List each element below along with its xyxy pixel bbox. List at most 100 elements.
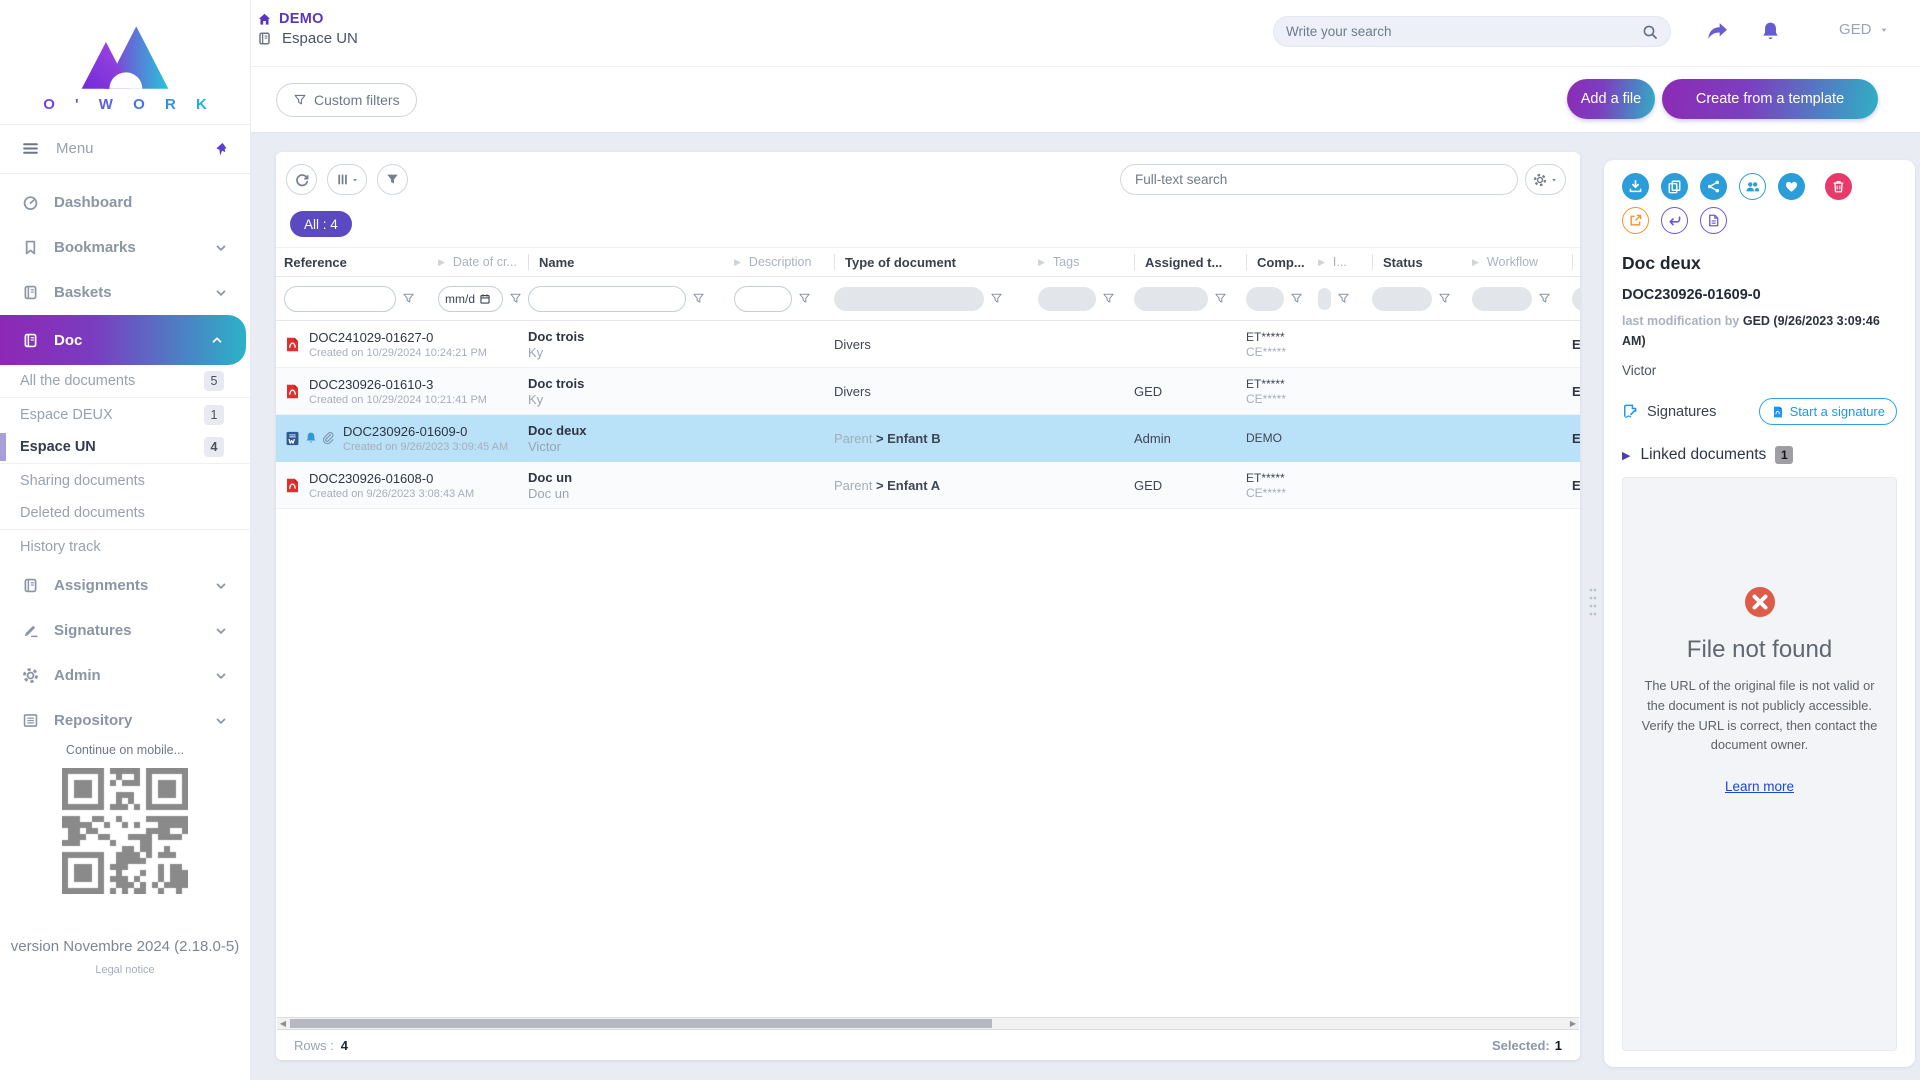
sidebar-item-espace-deux[interactable]: Espace DEUX 1 [0, 398, 250, 431]
delete-button[interactable] [1825, 173, 1852, 200]
table-row[interactable]: DOC230926-01610-3 Created on 10/29/2024 … [276, 368, 1580, 415]
funnel-icon[interactable] [1214, 292, 1227, 305]
funnel-icon[interactable] [1290, 292, 1303, 305]
table-footer: Rows :4 Selected:1 [276, 1030, 1580, 1060]
breadcrumb-home[interactable]: DEMO [257, 11, 324, 27]
table-filter-row: mm/d [276, 277, 1580, 321]
description-filter-input[interactable] [734, 286, 792, 312]
y-filter-select[interactable] [1572, 287, 1580, 311]
duplicate-button[interactable] [1661, 173, 1688, 200]
column-header-reference[interactable]: Reference [284, 248, 438, 276]
scroll-right-arrow[interactable]: ▶ [1567, 1018, 1579, 1029]
column-header-name[interactable]: Name [528, 248, 734, 276]
scroll-left-arrow[interactable]: ◀ [277, 1018, 289, 1029]
column-header-type[interactable]: Type of document [834, 248, 1038, 276]
panel-resize-handle[interactable] [1588, 581, 1598, 623]
table-row-selected[interactable]: DOC230926-01609-0 Created on 9/26/2023 3… [276, 415, 1580, 462]
funnel-icon[interactable] [509, 292, 522, 305]
refresh-button[interactable] [286, 164, 317, 195]
sidebar-item-deleted-documents[interactable]: Deleted documents [0, 497, 250, 530]
table-row[interactable]: DOC241029-01627-0 Created on 10/29/2024 … [276, 321, 1580, 368]
funnel-icon[interactable] [798, 292, 811, 305]
all-count-chip[interactable]: All : 4 [290, 211, 352, 237]
learn-more-link[interactable]: Learn more [1725, 779, 1794, 794]
sidebar-item-history-track[interactable]: History track [0, 530, 250, 563]
favorite-button[interactable] [1778, 173, 1805, 200]
scrollbar-thumb[interactable] [290, 1019, 992, 1028]
column-header-workflow[interactable]: ▶Workflow [1472, 248, 1572, 276]
legal-notice-link[interactable]: Legal notice [95, 964, 154, 976]
clipped-cell: E [1572, 431, 1580, 446]
start-signature-button[interactable]: Start a signature [1759, 398, 1897, 425]
column-header-status[interactable]: Status [1372, 248, 1472, 276]
sidebar-item-sharing-documents[interactable]: Sharing documents [0, 464, 250, 497]
horizontal-scrollbar[interactable]: ◀ ▶ [277, 1017, 1579, 1030]
sidebar-item-doc[interactable]: Doc [0, 315, 246, 365]
column-header-y[interactable]: Y... [1572, 248, 1580, 276]
assigned-filter-select[interactable] [1134, 287, 1208, 311]
funnel-icon[interactable] [1538, 292, 1551, 305]
sidebar-item-assignments[interactable]: Assignments [0, 563, 250, 608]
add-file-button[interactable]: Add a file [1567, 79, 1655, 119]
columns-button[interactable] [327, 164, 367, 195]
open-external-button[interactable] [1622, 207, 1649, 234]
pin-icon[interactable] [212, 141, 228, 157]
linked-documents-toggle[interactable]: ▶ Linked documents 1 [1622, 446, 1897, 464]
name-filter-input[interactable] [528, 286, 686, 312]
app-logo[interactable]: O ' W O R K [0, 0, 250, 124]
type-filter-select[interactable] [834, 287, 984, 311]
funnel-icon[interactable] [990, 292, 1003, 305]
sidebar-item-admin[interactable]: Admin [0, 653, 250, 698]
chevron-down-icon [214, 714, 228, 728]
document-properties-button[interactable] [1700, 207, 1727, 234]
funnel-icon[interactable] [1337, 292, 1350, 305]
sub-item-label: All the documents [20, 373, 204, 389]
create-from-template-button[interactable]: Create from a template [1662, 79, 1878, 119]
column-header-description[interactable]: ▶Description [734, 248, 834, 276]
tags-filter-select[interactable] [1038, 287, 1096, 311]
notifications-button[interactable] [1757, 18, 1783, 44]
company-filter-select[interactable] [1246, 287, 1284, 311]
share-button[interactable] [1704, 18, 1730, 44]
workflow-filter-select[interactable] [1472, 287, 1532, 311]
sidebar-item-repository[interactable]: Repository [0, 698, 250, 743]
sidebar-item-signatures[interactable]: Signatures [0, 608, 250, 653]
download-button[interactable] [1622, 173, 1649, 200]
column-header-tags[interactable]: ▶Tags [1038, 248, 1134, 276]
global-search-input[interactable] [1286, 24, 1642, 39]
funnel-icon[interactable] [1438, 292, 1451, 305]
reference-filter-input[interactable] [284, 286, 396, 312]
document-reference: DOC230926-01610-3 [309, 377, 487, 392]
funnel-icon[interactable] [692, 292, 705, 305]
calendar-icon[interactable] [479, 293, 491, 305]
status-filter-select[interactable] [1372, 287, 1432, 311]
assign-users-button[interactable] [1739, 173, 1766, 200]
column-header-company[interactable]: Comp... [1246, 248, 1318, 276]
count-badge: 1 [204, 405, 224, 425]
table-settings-button[interactable] [1525, 164, 1566, 195]
sidebar-item-dashboard[interactable]: Dashboard [0, 180, 250, 225]
filter-button[interactable] [377, 164, 408, 195]
column-header-assigned[interactable]: Assigned t... [1134, 248, 1246, 276]
breadcrumb-space[interactable]: Espace UN [257, 30, 358, 47]
sidebar-item-all-documents[interactable]: All the documents 5 [0, 365, 250, 398]
account-menu[interactable]: GED [1839, 21, 1889, 38]
logo-wordmark: O ' W O R K [35, 96, 215, 113]
fulltext-search-input[interactable] [1135, 172, 1503, 187]
hamburger-icon[interactable] [22, 140, 39, 157]
column-header-i[interactable]: ▶I... [1318, 248, 1372, 276]
date-filter-input[interactable]: mm/d [438, 286, 503, 312]
column-header-date[interactable]: ▶Date of cr... [438, 248, 528, 276]
sidebar-item-espace-un[interactable]: Espace UN 4 [0, 431, 250, 464]
i-filter-select[interactable] [1318, 288, 1331, 310]
sidebar-item-baskets[interactable]: Baskets [0, 270, 250, 315]
share-button[interactable] [1700, 173, 1727, 200]
sidebar-item-bookmarks[interactable]: Bookmarks [0, 225, 250, 270]
funnel-icon[interactable] [1102, 292, 1115, 305]
return-button[interactable] [1661, 207, 1688, 234]
table-row[interactable]: DOC230926-01608-0 Created on 9/26/2023 3… [276, 462, 1580, 509]
funnel-icon[interactable] [402, 292, 415, 305]
search-icon[interactable] [1642, 24, 1658, 40]
panel-actions-row-2 [1622, 207, 1897, 234]
custom-filters-button[interactable]: Custom filters [276, 83, 417, 117]
